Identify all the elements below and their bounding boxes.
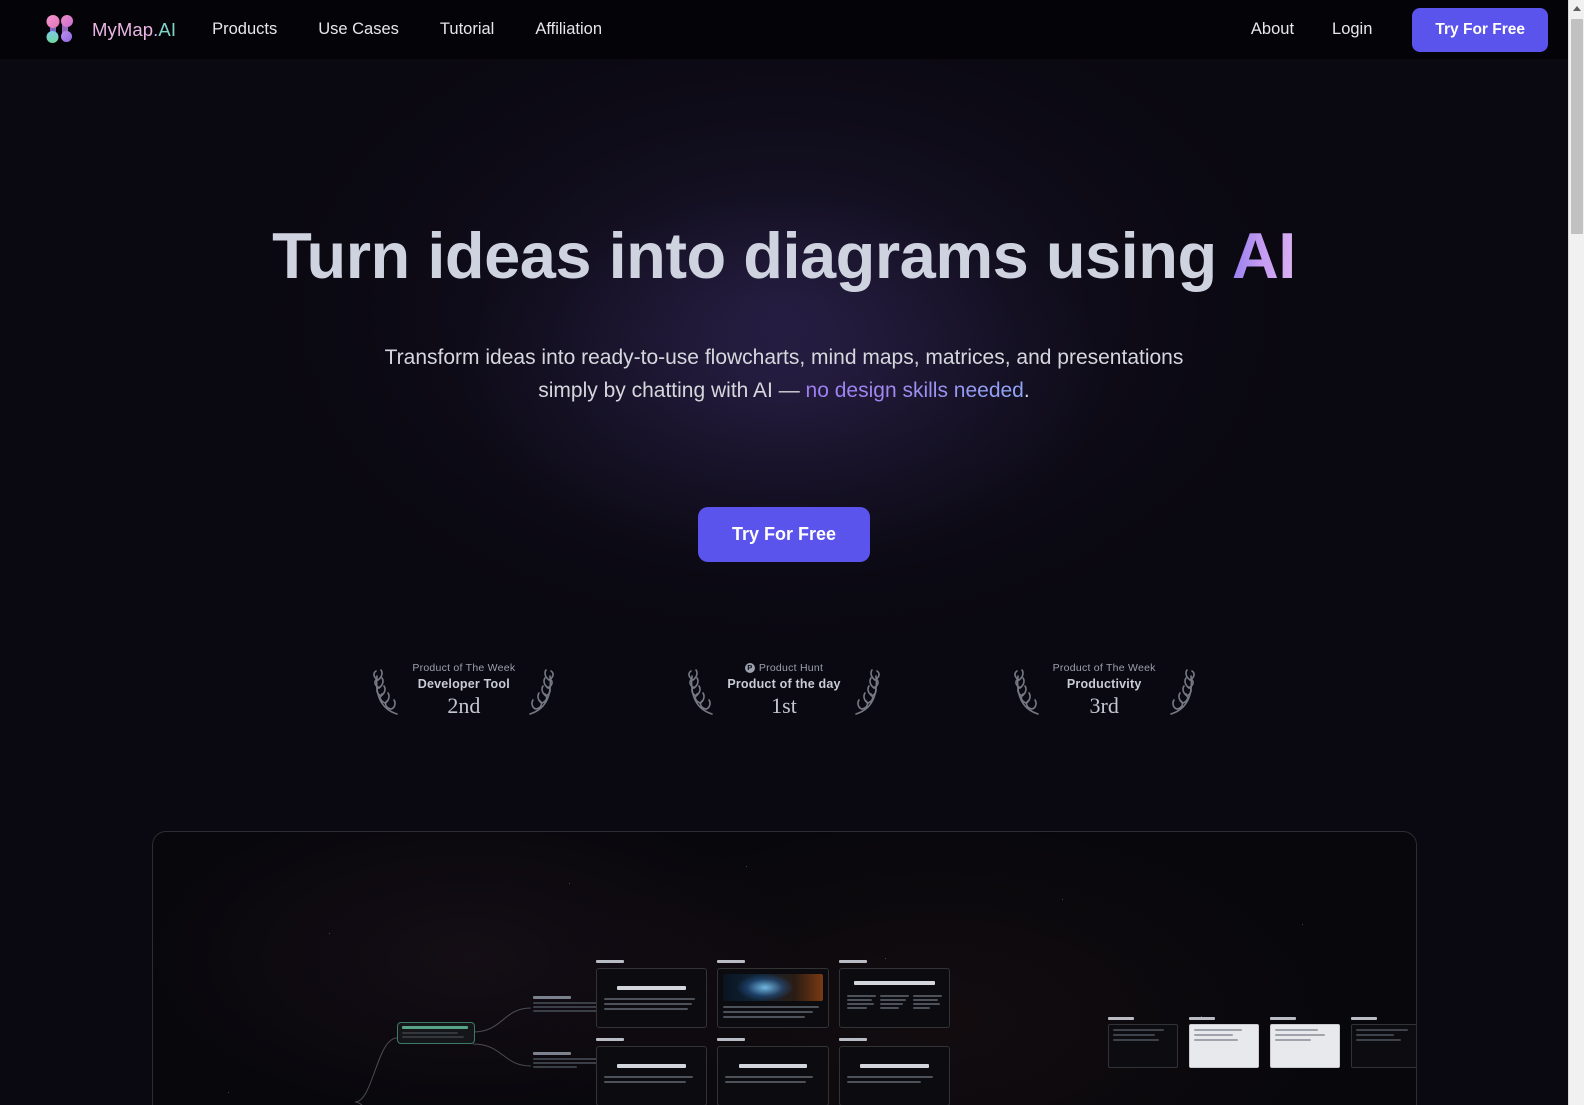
nav-item-login[interactable]: Login xyxy=(1330,16,1374,43)
award-rank: 1st xyxy=(771,693,797,719)
nav-try-for-free-button[interactable]: Try For Free xyxy=(1412,7,1548,52)
award-kicker-text: Product of The Week xyxy=(412,662,516,675)
hero-subtitle: Transform ideas into ready-to-use flowch… xyxy=(0,342,1568,407)
award-body: Product of The Week Developer Tool 2nd xyxy=(409,662,518,719)
page-root: MyMap.AI Products Use Cases Tutorial Aff… xyxy=(0,0,1568,1105)
hero-subtitle-line2-pre: simply by chatting with AI — xyxy=(538,378,806,402)
award-rank: 2nd xyxy=(447,693,481,719)
mini-card-body xyxy=(1107,1023,1178,1068)
brand-name: MyMap.AI xyxy=(92,19,176,41)
award-kicker: Product of The Week xyxy=(412,662,515,674)
mini-card[interactable] xyxy=(1269,1017,1340,1068)
slide-card-label xyxy=(717,1038,746,1042)
primary-nav-links: Products Use Cases Tutorial Affiliation xyxy=(210,16,604,43)
award-kicker-text: Product Hunt xyxy=(758,662,824,675)
mymap-logo-icon xyxy=(38,13,82,47)
slide-card[interactable] xyxy=(595,960,708,1029)
hero-subtitle-line2-post: . xyxy=(1023,378,1030,402)
slide-card-label xyxy=(717,960,746,964)
laurel-left-icon xyxy=(373,669,399,715)
slide-card-label xyxy=(595,1038,624,1042)
laurel-right-icon xyxy=(1169,669,1195,715)
top-navigation-bar: MyMap.AI Products Use Cases Tutorial Aff… xyxy=(0,0,1568,59)
nav-item-use-cases[interactable]: Use Cases xyxy=(316,16,401,43)
mini-card[interactable] xyxy=(1188,1017,1259,1068)
nav-item-products[interactable]: Products xyxy=(210,16,279,43)
laurel-left-icon xyxy=(1013,669,1039,715)
product-hunt-icon: P xyxy=(744,663,755,674)
nav-item-tutorial[interactable]: Tutorial xyxy=(438,16,496,43)
mini-card-body xyxy=(1269,1023,1340,1068)
hero-subtitle-line1: Transform ideas into ready-to-use flowch… xyxy=(384,346,1184,370)
award-category: Developer Tool xyxy=(417,677,510,692)
award-badge-developer-tool: Product of The Week Developer Tool 2nd xyxy=(371,662,556,719)
mini-card-label xyxy=(1188,1017,1215,1020)
scrollbar-thumb[interactable] xyxy=(1571,19,1583,234)
slide-card-body xyxy=(838,1046,951,1105)
award-rank: 3rd xyxy=(1089,693,1119,719)
award-badge-product-of-the-day: P Product Hunt Product of the day 1st xyxy=(686,662,881,719)
mini-card-body xyxy=(1188,1023,1259,1068)
award-body: P Product Hunt Product of the day 1st xyxy=(724,662,843,719)
award-kicker: Product of The Week xyxy=(1053,662,1156,674)
slide-card-body xyxy=(595,1046,708,1105)
award-badge-productivity: Product of The Week Productivity 3rd xyxy=(1012,662,1197,719)
slide-card[interactable] xyxy=(838,1038,951,1105)
hero-title-accent: AI xyxy=(1231,219,1297,292)
hero-subtitle-line2: simply by chatting with AI — no design s… xyxy=(0,375,1568,408)
laurel-right-icon xyxy=(854,669,880,715)
hero-try-for-free-button[interactable]: Try For Free xyxy=(697,507,871,563)
flowchart-node-green xyxy=(396,1022,475,1045)
slide-card-grid xyxy=(595,960,951,1105)
ai-face-image xyxy=(723,974,823,1002)
slide-card-label xyxy=(838,960,867,964)
slide-card[interactable] xyxy=(717,1038,829,1105)
vertical-scrollbar[interactable] xyxy=(1568,0,1584,1105)
mini-card[interactable] xyxy=(1107,1017,1178,1068)
nav-item-affiliation[interactable]: Affiliation xyxy=(533,16,604,43)
mini-card-label xyxy=(1269,1017,1296,1020)
laurel-right-icon xyxy=(529,669,555,715)
slide-card[interactable] xyxy=(838,960,951,1029)
scroll-up-arrow-icon[interactable] xyxy=(1569,0,1584,17)
slide-card-body xyxy=(838,968,951,1029)
nav-item-about[interactable]: About xyxy=(1249,16,1296,43)
hero-title-main: Turn ideas into diagrams using xyxy=(272,219,1232,292)
slide-card[interactable] xyxy=(717,960,829,1029)
award-kicker-text: Product of The Week xyxy=(1052,662,1156,675)
mini-card-label xyxy=(1107,1017,1134,1020)
slide-card-label xyxy=(838,1038,867,1042)
award-category: Product of the day xyxy=(727,677,841,692)
mini-card-body xyxy=(1350,1023,1416,1068)
mini-card[interactable] xyxy=(1350,1017,1416,1068)
mini-card-grid xyxy=(1107,1017,1416,1068)
secondary-nav-links: About Login Try For Free xyxy=(1249,7,1548,52)
slide-card-body xyxy=(717,968,829,1029)
page-title: Turn ideas into diagrams using AI xyxy=(0,219,1568,292)
awards-row: Product of The Week Developer Tool 2nd P… xyxy=(0,662,1568,719)
award-body: Product of The Week Productivity 3rd xyxy=(1050,662,1159,719)
slide-card-body xyxy=(717,1046,829,1105)
brand-name-ai: AI xyxy=(158,18,177,40)
slide-card[interactable] xyxy=(595,1038,708,1105)
product-showcase-panel[interactable] xyxy=(151,831,1417,1105)
hero-section: Turn ideas into diagrams using AI Transf… xyxy=(0,219,1568,563)
slide-card-body xyxy=(595,968,708,1029)
laurel-left-icon xyxy=(688,669,714,715)
brand-logo[interactable]: MyMap.AI xyxy=(38,13,176,47)
award-kicker: P Product Hunt xyxy=(727,662,840,674)
slide-card-label xyxy=(595,960,624,964)
hero-subtitle-highlight: no design skills needed xyxy=(805,378,1024,402)
award-category: Productivity xyxy=(1066,677,1142,692)
mini-card-label xyxy=(1350,1017,1377,1020)
brand-name-my: MyMap xyxy=(92,18,154,40)
